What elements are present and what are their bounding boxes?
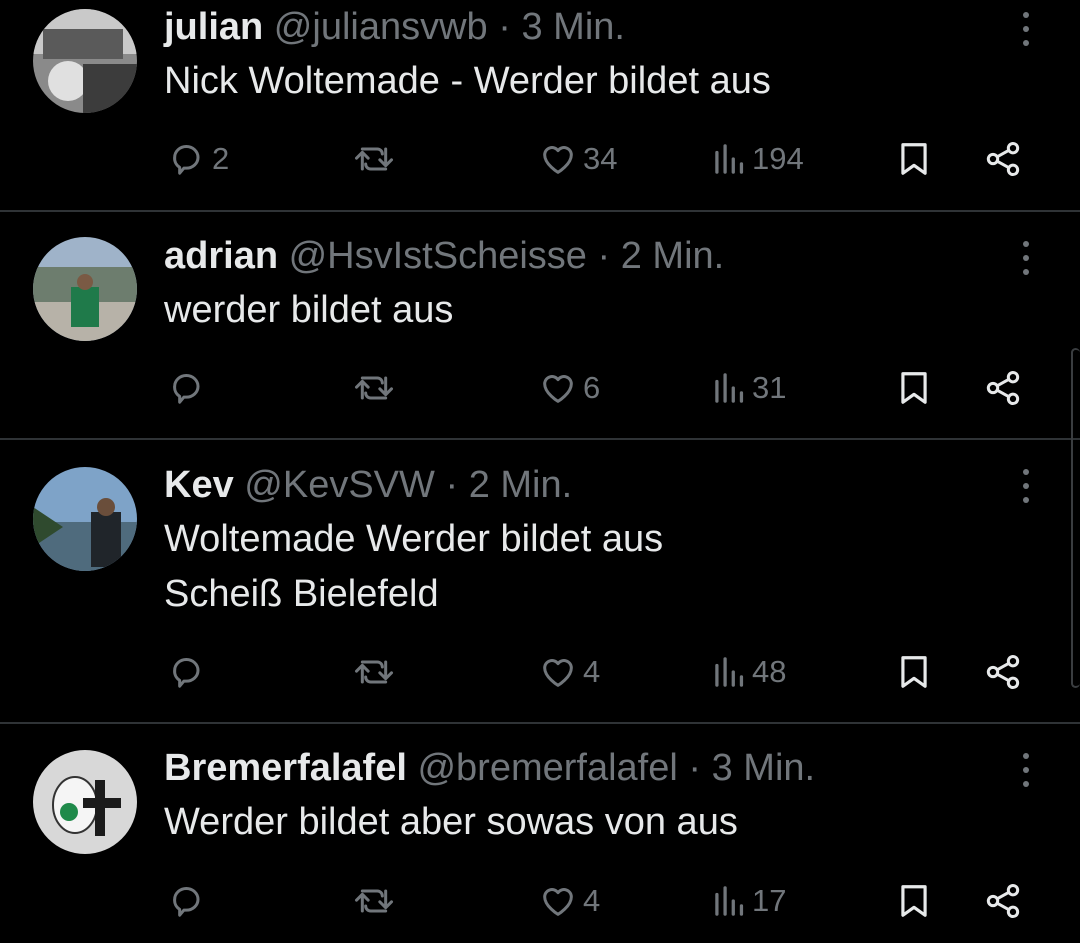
like-button[interactable]: 4	[537, 647, 600, 697]
like-count: 4	[583, 883, 601, 918]
heart-icon	[543, 375, 573, 403]
author-name[interactable]: Bremerfalafel	[164, 747, 407, 789]
heart-icon	[543, 146, 573, 174]
timestamp[interactable]: 3 Min.	[521, 6, 624, 48]
reply-icon	[173, 887, 200, 917]
views-icon	[715, 886, 744, 916]
more-icon[interactable]	[1012, 749, 1040, 793]
share-button[interactable]	[982, 134, 1024, 184]
like-button[interactable]: 34	[537, 134, 617, 184]
views-button[interactable]: 48	[712, 647, 786, 697]
action-bar: 6 31	[0, 363, 1080, 413]
more-icon[interactable]	[1012, 237, 1040, 281]
action-bar: 4 48	[0, 647, 1080, 697]
share-button[interactable]	[982, 876, 1024, 926]
post-kev[interactable]: Kev @KevSVW · 2 Min. Woltemade Werder bi…	[0, 440, 1080, 723]
reply-button[interactable]	[168, 647, 212, 697]
post-header: Kev @KevSVW · 2 Min.	[164, 463, 572, 507]
author-handle[interactable]: @bremerfalafel	[417, 747, 677, 789]
like-count: 4	[583, 654, 601, 689]
repost-icon	[355, 147, 393, 171]
post-julian[interactable]: julian @juliansvwb · 3 Min. Nick Woltema…	[0, 0, 1080, 210]
bookmark-button[interactable]	[895, 363, 933, 413]
post-header: Bremerfalafel @bremerfalafel · 3 Min.	[164, 746, 815, 790]
author-handle[interactable]: @HsvIstScheisse	[289, 235, 587, 277]
timestamp[interactable]: 2 Min.	[469, 464, 572, 506]
view-count: 194	[752, 141, 804, 176]
repost-button[interactable]	[352, 876, 400, 926]
separator-dot: ·	[498, 6, 511, 48]
separator-dot: ·	[597, 235, 611, 277]
post-text: Woltemade Werder bildet aus Scheiß Biele…	[164, 518, 664, 615]
repost-icon	[355, 660, 393, 684]
avatar[interactable]	[33, 9, 137, 113]
share-icon	[986, 655, 1020, 689]
like-count: 34	[583, 141, 618, 176]
avatar[interactable]	[33, 750, 137, 854]
reply-icon	[173, 145, 200, 175]
views-button[interactable]: 194	[712, 134, 804, 184]
timestamp[interactable]: 2 Min.	[621, 235, 724, 277]
repost-button[interactable]	[352, 647, 400, 697]
post-header: julian @juliansvwb · 3 Min.	[164, 5, 625, 49]
heart-icon	[543, 659, 573, 687]
repost-icon	[355, 889, 393, 913]
view-count: 31	[752, 370, 787, 405]
post-bremerfalafel[interactable]: Bremerfalafel @bremerfalafel · 3 Min. We…	[0, 724, 1080, 943]
post-adrian[interactable]: adrian @HsvIstScheisse · 2 Min. werder b…	[0, 212, 1080, 440]
bookmark-button[interactable]	[895, 134, 933, 184]
author-handle[interactable]: @KevSVW	[244, 464, 435, 506]
author-name[interactable]: julian	[164, 6, 263, 48]
views-button[interactable]: 17	[712, 876, 786, 926]
reply-button[interactable]: 2	[168, 134, 229, 184]
views-icon	[715, 144, 744, 174]
post-header: adrian @HsvIstScheisse · 2 Min.	[164, 234, 724, 278]
more-icon[interactable]	[1012, 8, 1040, 52]
like-button[interactable]: 6	[537, 363, 600, 413]
share-icon	[986, 371, 1020, 405]
views-button[interactable]: 31	[712, 363, 786, 413]
reply-button[interactable]	[168, 363, 212, 413]
reply-icon	[173, 374, 200, 404]
bookmark-button[interactable]	[895, 876, 933, 926]
author-name[interactable]: adrian	[164, 235, 278, 277]
share-icon	[986, 884, 1020, 918]
avatar[interactable]	[33, 467, 137, 571]
bookmark-button[interactable]	[895, 647, 933, 697]
action-bar: 4 17	[0, 876, 1080, 926]
post-text: Werder bildet aber sowas von aus	[164, 801, 738, 843]
more-icon[interactable]	[1012, 465, 1040, 509]
share-button[interactable]	[982, 647, 1024, 697]
scrollbar[interactable]	[1071, 348, 1080, 688]
author-name[interactable]: Kev	[164, 464, 234, 506]
post-text: werder bildet aus	[164, 289, 454, 331]
bookmark-icon	[901, 372, 927, 404]
bookmark-icon	[901, 885, 927, 917]
repost-button[interactable]	[352, 134, 400, 184]
bookmark-icon	[901, 143, 927, 175]
reply-icon	[173, 658, 200, 688]
reply-button[interactable]	[168, 876, 212, 926]
author-handle[interactable]: @juliansvwb	[274, 6, 488, 48]
reply-count: 2	[212, 141, 230, 176]
post-text: Nick Woltemade - Werder bildet aus	[164, 60, 771, 102]
action-bar: 2 34 194	[0, 134, 1080, 184]
separator-dot: ·	[445, 464, 459, 506]
heart-icon	[543, 888, 573, 916]
views-icon	[715, 373, 744, 403]
bookmark-icon	[901, 656, 927, 688]
views-icon	[715, 657, 744, 687]
view-count: 48	[752, 654, 787, 689]
repost-icon	[355, 376, 393, 400]
avatar[interactable]	[33, 237, 137, 341]
repost-button[interactable]	[352, 363, 400, 413]
share-button[interactable]	[982, 363, 1024, 413]
separator-dot: ·	[688, 747, 702, 789]
timestamp[interactable]: 3 Min.	[712, 747, 815, 789]
like-count: 6	[583, 370, 601, 405]
like-button[interactable]: 4	[537, 876, 600, 926]
share-icon	[986, 142, 1020, 176]
view-count: 17	[752, 883, 787, 918]
